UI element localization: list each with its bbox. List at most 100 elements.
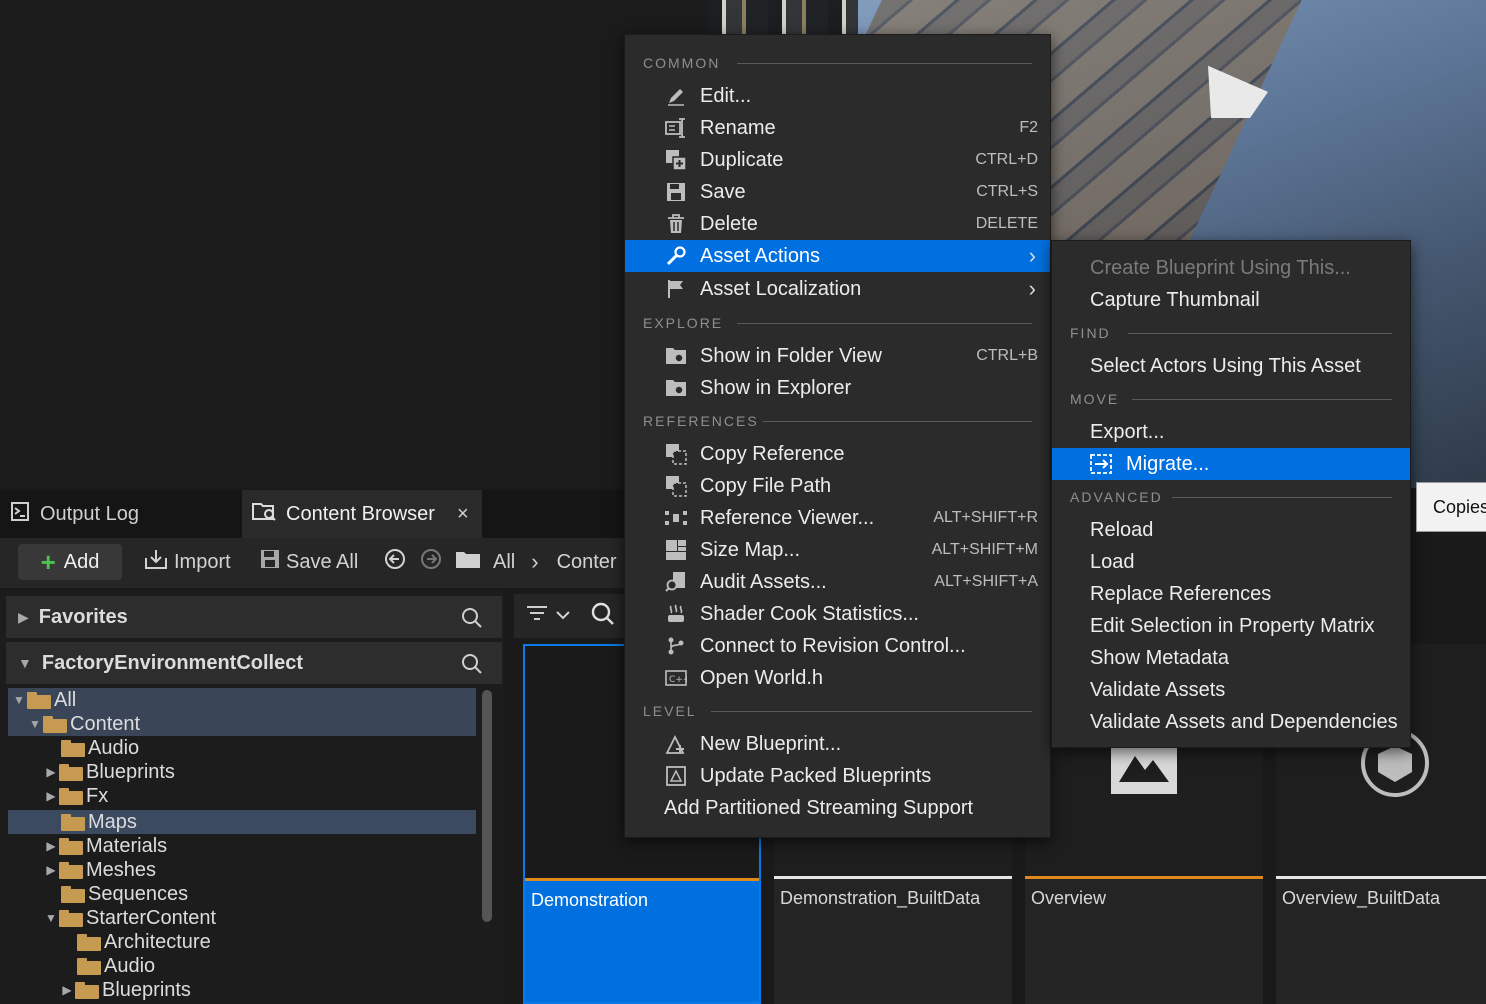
menu-item-update-packed-blueprints[interactable]: Update Packed Blueprints <box>625 760 1050 792</box>
add-button[interactable]: + Add <box>18 544 122 580</box>
history-forward-button[interactable] <box>420 544 442 580</box>
menu-item-migrate[interactable]: Migrate... <box>1052 448 1410 480</box>
tree-item-architecture[interactable]: Architecture <box>8 930 476 954</box>
menu-item-asset-actions[interactable]: Asset Actions › <box>625 240 1050 272</box>
menu-item-delete[interactable]: Delete DELETE <box>625 208 1050 240</box>
packed-blueprint-icon <box>665 765 687 787</box>
menu-item-load[interactable]: Load <box>1052 546 1410 578</box>
menu-item-add-partitioned-streaming[interactable]: Add Partitioned Streaming Support <box>625 792 1050 824</box>
tab-content-browser-label: Content Browser <box>286 502 435 525</box>
history-back-button[interactable] <box>384 544 406 580</box>
menu-item-replace-references[interactable]: Replace References <box>1052 578 1410 610</box>
menu-section-find: FIND <box>1052 323 1410 343</box>
menu-item-label: Select Actors Using This Asset <box>1090 354 1361 377</box>
save-all-button[interactable]: Save All <box>260 544 358 580</box>
menu-item-label: Open World.h <box>700 666 824 689</box>
tree-item-starter-audio[interactable]: Audio <box>8 954 476 978</box>
menu-item-duplicate[interactable]: Duplicate CTRL+D <box>625 144 1050 176</box>
breadcrumb-content[interactable]: Conter <box>557 551 617 574</box>
menu-item-validate-assets-dependencies[interactable]: Validate Assets and Dependencies <box>1052 706 1410 738</box>
blueprint-icon <box>665 733 687 755</box>
menu-item-label: Size Map... <box>700 538 801 561</box>
tab-output-log-label: Output Log <box>40 502 139 525</box>
search-icon[interactable] <box>460 606 484 636</box>
collapsed-arrow-icon: ▶ <box>46 789 56 803</box>
chevron-down-icon[interactable] <box>556 607 570 625</box>
breadcrumb: All › Conter <box>455 544 617 580</box>
menu-item-label: Reference Viewer... <box>700 506 875 529</box>
tree-item-blueprints[interactable]: ▶ Blueprints <box>8 760 476 784</box>
tree-item-meshes[interactable]: ▶ Meshes <box>8 858 476 882</box>
menu-item-validate-assets[interactable]: Validate Assets <box>1052 674 1410 706</box>
menu-item-new-blueprint[interactable]: New Blueprint... <box>625 728 1050 760</box>
panel-tab-bar: Output Log Content Browser × <box>0 490 710 538</box>
tree-item-label: Content <box>70 712 141 735</box>
menu-item-label: Shader Cook Statistics... <box>700 602 919 625</box>
menu-item-label: Export... <box>1090 420 1165 443</box>
chevron-right-icon: › <box>1028 276 1036 301</box>
search-icon[interactable] <box>590 601 616 632</box>
menu-item-reference-viewer[interactable]: Reference Viewer... ALT+SHIFT+R <box>625 502 1050 534</box>
tree-item-startercontent[interactable]: ▼ StarterContent <box>8 906 476 930</box>
menu-item-export[interactable]: Export... <box>1052 416 1410 448</box>
filter-icon[interactable] <box>526 604 548 629</box>
menu-item-connect-revision-control[interactable]: Connect to Revision Control... <box>625 630 1050 662</box>
menu-item-edit-property-matrix[interactable]: Edit Selection in Property Matrix <box>1052 610 1410 642</box>
close-icon[interactable]: × <box>457 503 469 526</box>
menu-item-copy-file-path[interactable]: Copy File Path <box>625 470 1050 502</box>
tree-item-maps[interactable]: Maps <box>8 810 476 834</box>
asset-type-bar <box>1025 876 1263 879</box>
asset-name: Demonstration <box>531 890 649 910</box>
collection-header[interactable]: ▼ FactoryEnvironmentCollect <box>6 642 502 684</box>
menu-item-rename[interactable]: Rename F2 <box>625 112 1050 144</box>
tree-item-fx[interactable]: ▶ Fx <box>8 784 476 808</box>
expanded-arrow-icon: ▼ <box>18 655 32 671</box>
import-button[interactable]: Import <box>144 544 231 580</box>
menu-item-label: Reload <box>1090 518 1154 541</box>
menu-section-common: COMMON <box>625 53 1050 73</box>
tree-scrollbar[interactable] <box>482 690 492 922</box>
cpp-file-icon: C++ <box>665 667 687 689</box>
menu-item-copy-reference[interactable]: Copy Reference <box>625 438 1050 470</box>
menu-item-shortcut: ALT+SHIFT+M <box>931 541 1038 558</box>
tooltip-text: Copies <box>1433 496 1486 517</box>
menu-item-size-map[interactable]: Size Map... ALT+SHIFT+M <box>625 534 1050 566</box>
menu-item-capture-thumbnail[interactable]: Capture Thumbnail <box>1052 284 1410 316</box>
menu-item-create-blueprint[interactable]: Create Blueprint Using This... <box>1052 252 1410 284</box>
tree-item-sequences[interactable]: Sequences <box>8 882 476 906</box>
tab-output-log[interactable]: Output Log <box>0 490 240 538</box>
menu-item-label: Asset Actions <box>700 244 821 267</box>
menu-item-edit[interactable]: Edit... <box>625 80 1050 112</box>
menu-item-show-metadata[interactable]: Show Metadata <box>1052 642 1410 674</box>
level-icon <box>1111 744 1177 799</box>
menu-item-asset-localization[interactable]: Asset Localization › <box>625 273 1050 305</box>
menu-section-level: LEVEL <box>625 701 1050 721</box>
expanded-arrow-icon: ▼ <box>45 911 57 925</box>
menu-item-select-actors[interactable]: Select Actors Using This Asset <box>1052 350 1410 382</box>
menu-item-audit-assets[interactable]: Audit Assets... ALT+SHIFT+A <box>625 566 1050 598</box>
migrate-icon <box>1090 453 1112 475</box>
menu-item-label: Validate Assets <box>1090 678 1226 701</box>
menu-item-shortcut: ALT+SHIFT+R <box>933 509 1038 526</box>
asset-type-bar <box>1276 876 1486 879</box>
tree-item-all[interactable]: ▼ All <box>8 688 476 712</box>
menu-item-label: Update Packed Blueprints <box>700 764 932 787</box>
menu-item-show-folder-view[interactable]: Show in Folder View CTRL+B <box>625 340 1050 372</box>
save-all-label: Save All <box>286 550 359 573</box>
breadcrumb-all[interactable]: All <box>493 551 515 574</box>
menu-item-open-world-h[interactable]: C++ Open World.h <box>625 662 1050 694</box>
favorites-header[interactable]: ▶ Favorites <box>6 596 502 638</box>
tree-item-label: Architecture <box>104 930 211 953</box>
tree-item-materials[interactable]: ▶ Materials <box>8 834 476 858</box>
folder-icon <box>58 763 84 781</box>
menu-item-reload[interactable]: Reload <box>1052 514 1410 546</box>
menu-item-shader-cook-statistics[interactable]: Shader Cook Statistics... <box>625 598 1050 630</box>
tree-item-content[interactable]: ▼ Content <box>8 712 476 736</box>
menu-item-show-explorer[interactable]: Show in Explorer <box>625 372 1050 404</box>
menu-item-save[interactable]: Save CTRL+S <box>625 176 1050 208</box>
menu-section-references: REFERENCES <box>625 411 1050 431</box>
tree-item-starter-blueprints[interactable]: ▶ Blueprints <box>8 978 476 1002</box>
tab-content-browser[interactable]: Content Browser × <box>242 490 482 538</box>
tree-item-audio[interactable]: Audio <box>8 736 476 760</box>
search-icon[interactable] <box>460 652 484 682</box>
